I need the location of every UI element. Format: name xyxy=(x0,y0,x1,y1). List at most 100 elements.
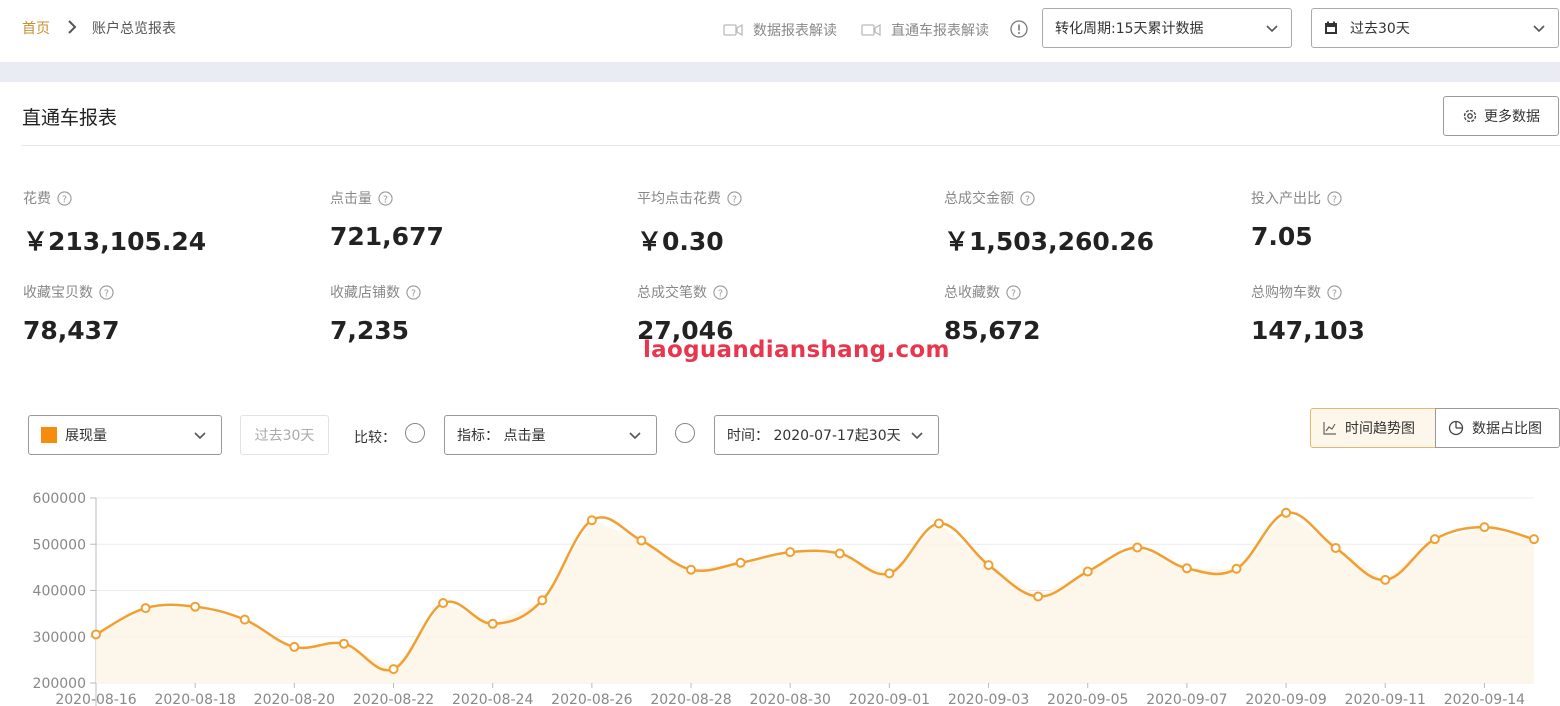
help-icon[interactable]: ? xyxy=(378,190,393,206)
metric-total-favorites: 总收藏数? 85,672 xyxy=(944,282,1040,345)
video-icon xyxy=(723,23,743,37)
section-separator xyxy=(0,62,1560,82)
metric-avg-click-cost: 平均点击花费? ￥0.30 xyxy=(637,188,742,258)
pie-chart-icon xyxy=(1448,420,1464,436)
x-tick-label: 2020-08-20 xyxy=(254,692,335,706)
data-point xyxy=(1429,534,1440,545)
period-disabled-button: 过去30天 xyxy=(240,415,329,455)
help-icon[interactable]: ? xyxy=(406,284,421,300)
help-icon[interactable]: ? xyxy=(1020,190,1035,206)
tab-data-share[interactable]: 数据占比图 xyxy=(1435,408,1560,448)
metric-cost: 花费? ￥213,105.24 xyxy=(23,188,206,258)
x-tick-label: 2020-09-05 xyxy=(1047,692,1128,706)
metric-value: ￥213,105.24 xyxy=(23,227,207,256)
chevron-down-icon xyxy=(911,432,923,440)
help-icon[interactable]: ? xyxy=(1006,284,1021,300)
data-point xyxy=(338,638,349,649)
metric-label: 总成交金额 xyxy=(944,191,1014,207)
help-icon[interactable]: ? xyxy=(57,190,72,206)
help-icon[interactable]: ? xyxy=(713,284,728,300)
compare-radio[interactable] xyxy=(405,423,425,443)
data-point xyxy=(487,618,498,629)
metric-value: 7.05 xyxy=(1251,222,1313,251)
data-point xyxy=(1529,534,1539,545)
conversion-period-value: 转化周期:15天累计数据 xyxy=(1055,21,1204,37)
conversion-period-select[interactable]: 转化周期:15天累计数据 xyxy=(1042,8,1292,48)
data-point xyxy=(1330,542,1341,553)
more-data-button[interactable]: 更多数据 xyxy=(1443,96,1559,136)
metric-label: 投入产出比 xyxy=(1251,191,1321,207)
tab-time-trend[interactable]: 时间趋势图 xyxy=(1310,408,1436,448)
info-icon[interactable] xyxy=(1010,20,1028,38)
indicator-value: 指标： 点击量 xyxy=(457,428,546,444)
x-tick-label: 2020-08-28 xyxy=(650,692,731,706)
data-point xyxy=(1479,522,1490,533)
metric-series-value: 展现量 xyxy=(65,428,107,444)
ztc-report-guide-link[interactable]: 直通车报表解读 xyxy=(861,20,989,40)
divider xyxy=(22,145,1560,146)
data-point xyxy=(1281,507,1292,518)
x-tick-label: 2020-08-18 xyxy=(154,692,235,706)
data-point xyxy=(289,641,300,652)
data-point xyxy=(1132,542,1143,553)
svg-text:?: ? xyxy=(383,194,388,205)
chevron-down-icon xyxy=(1533,25,1545,33)
tab-data-share-label: 数据占比图 xyxy=(1472,421,1542,437)
metric-label: 总成交笔数 xyxy=(637,285,707,301)
line-chart-icon xyxy=(1323,422,1336,435)
x-tick-label: 2020-09-09 xyxy=(1245,692,1326,706)
indicator-select[interactable]: 指标： 点击量 xyxy=(444,415,657,455)
metric-total-gmv: 总成交金额? ￥1,503,260.26 xyxy=(944,188,1154,258)
time-range-value: 时间： 2020-07-17起30天 xyxy=(727,428,901,444)
tab-time-trend-label: 时间趋势图 xyxy=(1345,421,1415,437)
ztc-report-guide-label: 直通车报表解读 xyxy=(891,23,989,39)
data-point xyxy=(1181,563,1192,574)
x-tick-label: 2020-08-22 xyxy=(353,692,434,706)
data-report-guide-label: 数据报表解读 xyxy=(753,23,837,39)
svg-text:?: ? xyxy=(104,288,109,299)
metric-value: 85,672 xyxy=(944,316,1041,345)
data-point xyxy=(785,547,796,558)
data-point xyxy=(735,557,746,568)
help-icon[interactable]: ? xyxy=(1327,190,1342,206)
metric-shop-favorites: 收藏店铺数? 7,235 xyxy=(330,282,421,345)
metric-value: 721,677 xyxy=(330,222,444,251)
time-compare-radio[interactable] xyxy=(675,423,695,443)
metric-total-orders: 总成交笔数? 27,046 xyxy=(637,282,733,345)
svg-text:?: ? xyxy=(1025,194,1030,205)
help-icon[interactable]: ? xyxy=(99,284,114,300)
svg-text:?: ? xyxy=(62,194,67,205)
help-icon[interactable]: ? xyxy=(727,190,742,206)
data-point xyxy=(686,564,697,575)
breadcrumb-home[interactable]: 首页 xyxy=(22,18,50,38)
gear-icon xyxy=(1463,109,1477,123)
x-tick-label: 2020-08-16 xyxy=(55,692,136,706)
metric-label: 总购物车数 xyxy=(1251,285,1321,301)
data-point xyxy=(983,560,994,571)
series-area xyxy=(96,512,1534,683)
time-range-select[interactable]: 时间： 2020-07-17起30天 xyxy=(714,415,939,455)
trend-chart: 600000 500000 400000 300000 2000002020-08-16… xyxy=(33,491,1539,706)
metric-series-select[interactable]: 展现量 xyxy=(28,415,222,455)
series-color-swatch xyxy=(41,427,57,443)
calendar-icon xyxy=(1325,21,1337,34)
data-point xyxy=(586,515,597,526)
date-range-select[interactable]: 过去30天 xyxy=(1311,8,1559,48)
top-bar: 首页 账户总览报表 数据报表解读 直通车报表解读 转化周期:15天累计数据 过去… xyxy=(0,0,1560,62)
data-point xyxy=(1082,566,1093,577)
data-report-guide-link[interactable]: 数据报表解读 xyxy=(723,20,837,40)
breadcrumb-current: 账户总览报表 xyxy=(92,21,176,37)
chevron-down-icon xyxy=(194,432,206,440)
date-range-value: 过去30天 xyxy=(1350,21,1410,37)
data-point xyxy=(1380,574,1391,585)
svg-text:?: ? xyxy=(732,194,737,205)
more-data-label: 更多数据 xyxy=(1484,109,1540,125)
x-tick-label: 2020-08-24 xyxy=(452,692,533,706)
metric-value: 7,235 xyxy=(330,316,410,345)
svg-text:?: ? xyxy=(1332,194,1337,205)
chevron-right-icon xyxy=(68,20,77,34)
metric-label: 总收藏数 xyxy=(944,285,1000,301)
data-point xyxy=(140,603,151,614)
metric-label: 平均点击花费 xyxy=(637,191,721,207)
help-icon[interactable]: ? xyxy=(1327,284,1342,300)
